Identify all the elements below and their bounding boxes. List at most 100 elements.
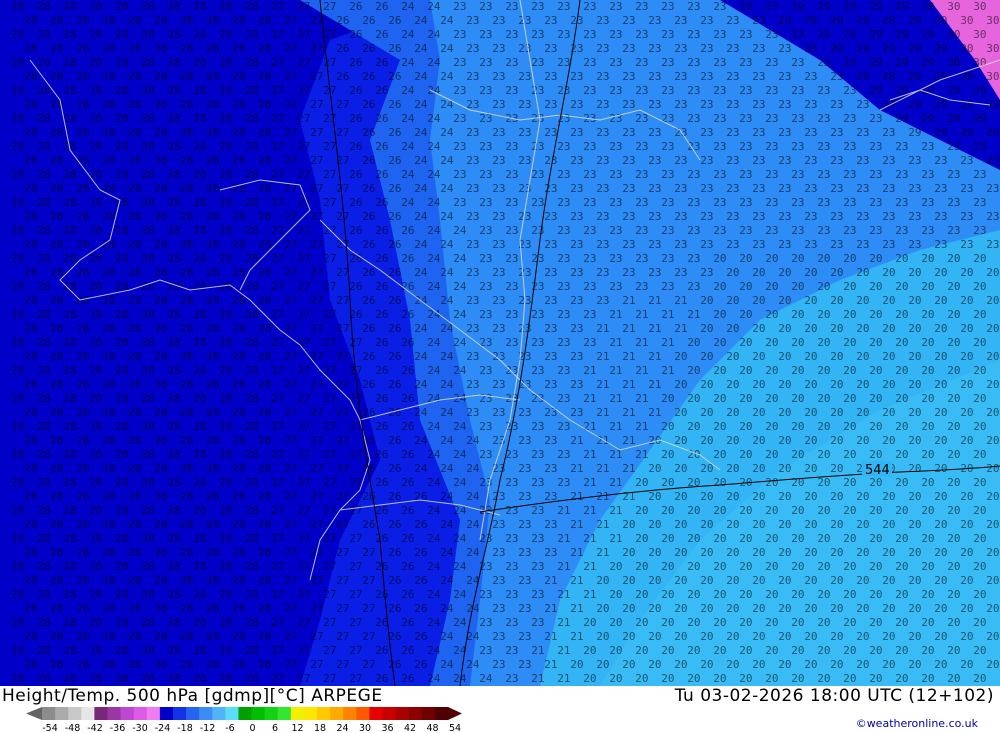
field-value-label: 23 bbox=[739, 112, 752, 125]
field-value-label: 20 bbox=[635, 532, 648, 545]
field-value-label: 28 bbox=[141, 84, 154, 97]
field-value-label: 28 bbox=[141, 420, 154, 433]
field-value-label: 20 bbox=[791, 644, 804, 657]
field-value-label: 27 bbox=[297, 112, 310, 125]
field-value-label: 20 bbox=[635, 616, 648, 629]
field-value-label: 26 bbox=[388, 378, 401, 391]
field-value-label: 28 bbox=[24, 518, 37, 531]
field-value-label: 28 bbox=[128, 490, 141, 503]
field-value-label: 26 bbox=[388, 70, 401, 83]
field-value-label: 23 bbox=[661, 56, 674, 69]
field-value-label: 28 bbox=[180, 434, 193, 447]
credit-link[interactable]: ©weatheronline.co.uk bbox=[856, 717, 978, 730]
field-value-label: 20 bbox=[817, 504, 830, 517]
field-value-label: 23 bbox=[882, 126, 895, 139]
field-value-label: 26 bbox=[336, 14, 349, 27]
field-value-label: 28 bbox=[76, 546, 89, 559]
field-value-label: 28 bbox=[258, 658, 271, 671]
field-value-label: 20 bbox=[726, 658, 739, 671]
field-value-label: 20 bbox=[791, 588, 804, 601]
field-value-label: 23 bbox=[609, 112, 622, 125]
field-value-label: 23 bbox=[531, 224, 544, 237]
field-value-label: 23 bbox=[713, 56, 726, 69]
field-value-label: 28 bbox=[11, 336, 24, 349]
field-value-label: 20 bbox=[752, 350, 765, 363]
field-value-label: 29 bbox=[856, 14, 869, 27]
field-value-label: 28 bbox=[232, 42, 245, 55]
field-value-label: 30 bbox=[973, 28, 986, 41]
field-value-label: 28 bbox=[37, 224, 50, 237]
field-value-label: 28 bbox=[193, 392, 206, 405]
field-value-label: 23 bbox=[960, 182, 973, 195]
field-value-label: 28 bbox=[154, 238, 167, 251]
field-value-label: 26 bbox=[375, 252, 388, 265]
field-value-label: 28 bbox=[89, 308, 102, 321]
field-value-label: 28 bbox=[115, 84, 128, 97]
field-value-label: 20 bbox=[726, 630, 739, 643]
field-value-label: 28 bbox=[115, 56, 128, 69]
field-value-label: 20 bbox=[856, 630, 869, 643]
field-value-label: 27 bbox=[336, 546, 349, 559]
field-value-label: 20 bbox=[700, 378, 713, 391]
field-value-label: 28 bbox=[115, 112, 128, 125]
field-value-label: 28 bbox=[193, 0, 206, 13]
field-value-label: 24 bbox=[414, 322, 428, 335]
field-value-label: 23 bbox=[960, 238, 973, 251]
field-value-label: 24 bbox=[466, 434, 480, 447]
field-value-label: 28 bbox=[37, 588, 50, 601]
field-value-label: 28 bbox=[37, 644, 50, 657]
field-value-label: 28 bbox=[89, 28, 102, 41]
field-value-label: 23 bbox=[557, 28, 570, 41]
field-value-label: 20 bbox=[700, 602, 713, 615]
field-value-label: 20 bbox=[986, 350, 999, 363]
field-value-label: 21 bbox=[622, 434, 635, 447]
legend-swatch bbox=[146, 707, 161, 720]
field-value-label: 23 bbox=[687, 28, 700, 41]
field-value-label: 23 bbox=[804, 238, 817, 251]
field-value-label: 30 bbox=[986, 70, 999, 83]
field-value-label: 21 bbox=[596, 434, 609, 447]
field-value-label: 27 bbox=[284, 42, 297, 55]
field-value-label: 28 bbox=[76, 210, 89, 223]
field-value-label: 29 bbox=[960, 98, 973, 111]
field-value-label: 24 bbox=[440, 70, 454, 83]
field-value-label: 20 bbox=[752, 658, 765, 671]
field-value-label: 23 bbox=[635, 0, 648, 13]
field-value-label: 20 bbox=[752, 462, 765, 475]
field-value-label: 20 bbox=[895, 588, 908, 601]
field-value-label: 28 bbox=[141, 448, 154, 461]
field-value-label: 23 bbox=[674, 210, 687, 223]
field-value-label: 24 bbox=[440, 434, 454, 447]
field-value-label: 23 bbox=[921, 196, 934, 209]
field-value-label: 20 bbox=[843, 588, 856, 601]
field-value-label: 23 bbox=[492, 602, 505, 615]
field-value-label: 28 bbox=[232, 98, 245, 111]
field-value-label: 23 bbox=[596, 154, 609, 167]
field-value-label: 28 bbox=[245, 0, 258, 13]
legend-tick-label: -30 bbox=[132, 723, 148, 733]
field-value-label: 29 bbox=[908, 98, 921, 111]
field-value-label: 20 bbox=[986, 602, 999, 615]
field-value-label: 28 bbox=[232, 350, 245, 363]
field-value-label: 20 bbox=[609, 616, 622, 629]
field-value-label: 23 bbox=[882, 210, 895, 223]
field-value-label: 24 bbox=[414, 406, 428, 419]
field-value-label: 20 bbox=[921, 560, 934, 573]
field-value-label: 23 bbox=[752, 98, 765, 111]
field-value-label: 20 bbox=[635, 644, 648, 657]
field-value-label: 28 bbox=[206, 490, 219, 503]
field-value-label: 26 bbox=[362, 154, 375, 167]
field-value-label: 30 bbox=[947, 28, 960, 41]
field-value-label: 23 bbox=[765, 0, 778, 13]
field-value-label: 28 bbox=[141, 644, 154, 657]
field-value-label: 23 bbox=[453, 0, 466, 13]
field-value-label: 28 bbox=[141, 252, 154, 265]
field-value-label: 23 bbox=[947, 168, 960, 181]
field-value-label: 28 bbox=[102, 378, 115, 391]
field-value-label: 23 bbox=[778, 182, 791, 195]
field-value-label: 26 bbox=[401, 252, 414, 265]
field-value-label: 28 bbox=[37, 252, 50, 265]
field-value-label: 24 bbox=[401, 168, 415, 181]
field-value-label: 23 bbox=[505, 280, 518, 293]
field-value-label: 23 bbox=[609, 280, 622, 293]
